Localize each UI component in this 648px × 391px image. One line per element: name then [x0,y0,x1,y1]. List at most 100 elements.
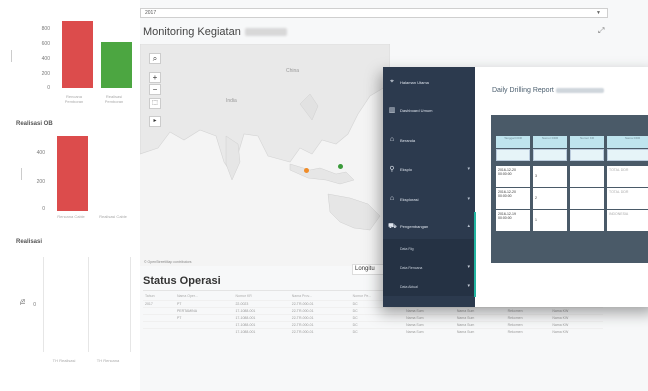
redacted-text [244,28,287,37]
table-cell [174,320,234,328]
grid-line [88,257,89,352]
sidebar-item-label: Eksplo [400,167,413,172]
redacted-cell [570,166,604,187]
report-title: Daily Drilling Report [492,87,604,94]
table-cell: Nama Sum [454,313,506,321]
sidebar-item-halaman-utama[interactable]: ⌖ Halaman Utama [383,72,475,94]
filter-input[interactable] [533,149,567,161]
zoom-in-button[interactable]: + [149,72,161,83]
select-tool-icon[interactable]: ⬚ [149,98,161,109]
play-icon[interactable]: ▸ [149,116,161,127]
expand-icon[interactable]: ⤢ [598,26,604,36]
table-cell: Nama KW [550,327,603,335]
sidebar-item-eksplorasi[interactable]: ⌂ Eksplorasi ▾ [383,189,475,211]
bar-rencana-pemboran [62,21,93,88]
map-landmass [140,44,390,231]
table-cell: Nama Sum [404,327,455,335]
tick-label: 800 [41,26,50,32]
map-attribution[interactable]: © OpenStreetMap contributors [144,260,192,264]
table-cell [143,306,175,314]
redacted-cell [570,188,604,209]
zoom-out-button[interactable]: − [149,84,161,95]
info-cell: TOTAL DDR [607,188,648,209]
status-operasi-title: Status Operasi [143,275,221,287]
grid-line [43,257,44,352]
table-cell: 22-0023 [233,299,290,307]
table-cell: Nama Sum [454,306,506,314]
sidebar-item-dashboard-umum[interactable]: ▥ Dashboard Umum [383,100,475,122]
sidebar-item-pengembangan[interactable]: ⛟ Pengembangan ▴ [383,216,475,238]
table-cell: Nama Sum [404,313,455,321]
table-cell: DC [350,313,405,321]
sidebar-item-label: Eksplorasi [400,197,419,202]
filter-input[interactable] [570,149,604,161]
axis-title-placeholder [21,168,22,180]
chart-title: Realisasi OB [16,121,53,127]
year-select[interactable]: 2017 ▼ [140,8,608,18]
submenu-label: Data Rencana [400,266,423,270]
sidebar-item-beranda[interactable]: ⌂ Beranda [383,130,475,152]
sidebar-item-eksplo[interactable]: ⚲ Eksplo ▾ [383,159,475,181]
filter-input[interactable] [607,149,648,161]
sidebar-item-label: Dashboard Umum [400,108,433,113]
category-label: Rencana Pemboran [64,94,84,104]
table-cell [143,313,175,321]
column-header[interactable]: Nomor KR [570,136,604,148]
tick-label: 400 [36,150,45,156]
column-header[interactable]: Tahun [143,292,175,300]
chart-title: Realisasi [16,239,43,245]
table-cell: 22-TR-000-01 [289,313,351,321]
left-charts-panel: 800 600 400 200 0 Rencana Pemboran Reali… [0,0,140,391]
column-header[interactable]: Nama DDR [607,136,648,148]
column-header[interactable]: Tanggal DDR [496,136,530,148]
location-marker[interactable] [304,168,309,173]
page-title: Monitoring Kegiatan [143,26,287,38]
submenu-item-data-rencana[interactable]: Data Rencana ▾ [383,258,475,277]
info-cell: INDONESIA [607,210,648,231]
table-row[interactable]: PT 17-1088-001 22-TR-000-01 DC Nama Sum Nama … [143,313,603,321]
tick-label: 0 [42,206,45,212]
location-marker[interactable] [338,164,343,169]
table-cell: 22-TR-000-01 [289,306,351,314]
table-cell: Rekomen [505,306,551,314]
column-header[interactable]: Nomor DDR [533,136,567,148]
map-label-china: China [286,68,300,74]
table-cell: PT [174,299,234,307]
submenu-item-data-aktual[interactable]: Data Aktual ▾ [383,277,475,296]
number-cell: 2 [533,188,567,209]
chevron-down-icon: ▼ [596,10,601,16]
chevron-down-icon: ▾ [467,166,470,172]
time-text: 00:00:00 [498,194,512,198]
table-cell: 17-1088-001 [233,306,290,314]
ship-icon: ⛟ [388,223,397,230]
tick-label: 200 [36,179,45,185]
table-cell: Rekomen [505,327,551,335]
table-cell: Nama Sum [454,320,506,328]
column-header[interactable]: Nama Oper... [175,292,234,300]
map-marker-icon: ⌖ [390,78,394,85]
chevron-down-icon: ▾ [467,196,470,202]
category-label: Realisasi Cable [99,214,127,219]
table-row[interactable]: 17-1088-001 22-TR-000-01 DC Nama Sum Nama Su… [143,327,603,335]
date-cell: 2016-12-20 00:00:00 [496,166,530,187]
sidebar-item-label: Halaman Utama [400,80,429,85]
table-cell: Nama Sum [404,306,455,314]
filter-input[interactable] [496,149,530,161]
number-cell: 1 [533,210,567,231]
map-view[interactable]: ⌕ + − ⬚ ▸ China India © OpenStreetMap co… [140,44,390,266]
table-row[interactable]: PERTAMINA 17-1088-001 22-TR-000-01 DC Nama S… [143,306,603,314]
time-text: 00:00:00 [498,216,512,220]
axis-title-placeholder [11,50,12,62]
table-cell [174,327,234,335]
search-icon[interactable]: ⌕ [149,53,161,64]
page-title-text: Monitoring Kegiatan [143,26,241,38]
submenu-item-data-rig[interactable]: Data Rig [383,239,475,258]
column-header[interactable]: Nama Prov... [290,292,351,300]
column-header[interactable]: Nomor KR [233,292,289,300]
category-label: Realisasi Pemboran [104,94,124,104]
table-row[interactable]: 17-1088-001 22-TR-000-01 DC Nama Sum Nama Su… [143,320,603,328]
table-cell: Nama KW [550,313,603,321]
table-cell [143,327,175,335]
chart-icon: ▥ [388,107,396,114]
table-cell: Rekomen [505,320,551,328]
